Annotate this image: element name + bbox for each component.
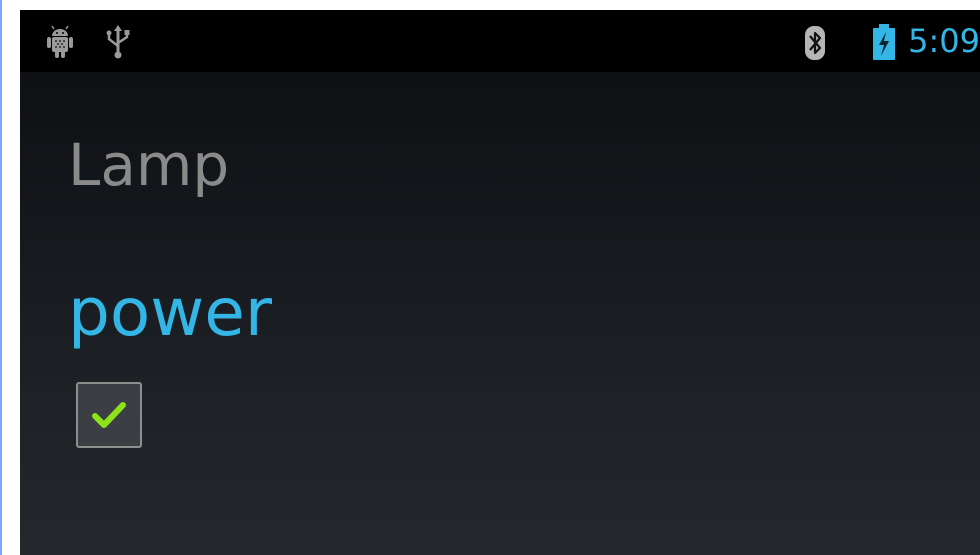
device-screen: 5:09 Lamp power <box>20 10 980 555</box>
power-checkbox[interactable] <box>76 382 142 448</box>
clock-time: 5:09 <box>908 22 980 60</box>
viewport: 5:09 Lamp power <box>0 0 980 555</box>
power-section-label: power <box>68 274 272 351</box>
android-debug-icon <box>44 24 76 64</box>
window-edge <box>0 0 2 555</box>
usb-icon <box>104 24 132 64</box>
status-bar: 5:09 <box>20 10 980 72</box>
checkmark-icon <box>92 402 126 428</box>
app-title: Lamp <box>68 131 230 199</box>
bluetooth-icon <box>804 25 826 65</box>
battery-charging-icon <box>872 23 896 65</box>
